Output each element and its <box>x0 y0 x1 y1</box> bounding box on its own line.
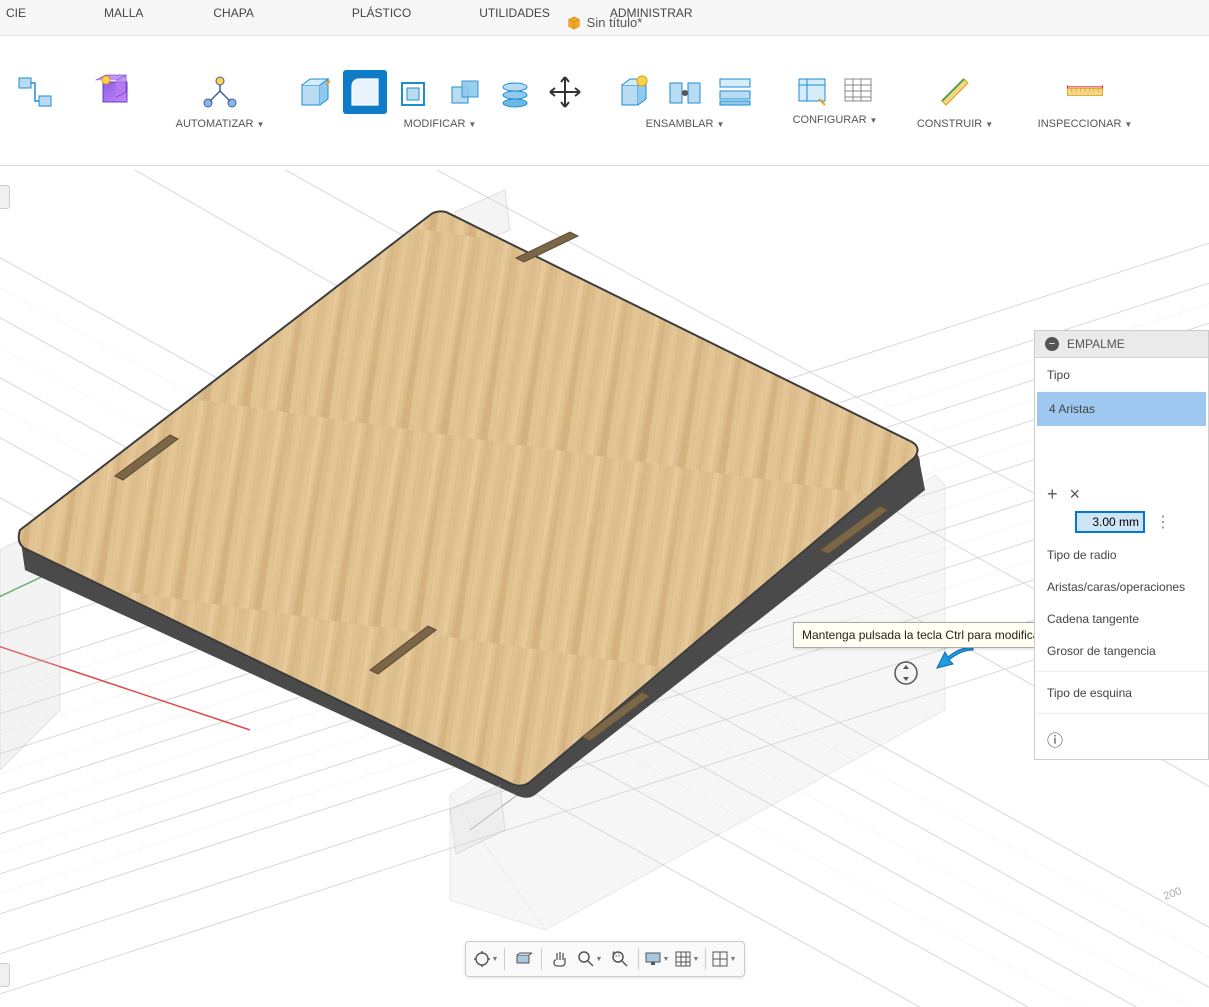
caret-icon: ▼ <box>870 116 878 125</box>
row-tipo-radio[interactable]: Tipo de radio <box>1035 539 1208 571</box>
label-configurar[interactable]: CONFIGURAR▼ <box>793 114 878 126</box>
icon-mesh[interactable] <box>93 70 137 114</box>
display-button[interactable]: ▼ <box>643 946 671 972</box>
tab-utilidades[interactable]: UTILIDADES <box>475 0 554 26</box>
label-inspeccionar-text: INSPECCIONAR <box>1038 118 1122 130</box>
icon-measure[interactable] <box>1063 70 1107 114</box>
browser-expand-button[interactable] <box>0 185 10 209</box>
tab-malla[interactable]: MALLA <box>100 0 147 26</box>
icon-automate[interactable] <box>198 70 242 114</box>
icon-jointorigin[interactable] <box>713 70 757 114</box>
viewport[interactable]: 200 Mantenga pulsada la tecla Ctrl para … <box>0 170 1209 1007</box>
more-options-icon[interactable]: ⋮ <box>1155 512 1171 532</box>
ribbon-tabs: CIE MALLA CHAPA PLÁSTICO UTILIDADES ADMI… <box>0 0 697 26</box>
row-aristas[interactable]: Aristas/caras/operaciones <box>1035 571 1208 603</box>
icon-pressPull[interactable] <box>293 70 337 114</box>
label-configurar-text: CONFIGURAR <box>793 114 867 126</box>
radius-input[interactable] <box>1075 511 1145 533</box>
ribbon-group-1 <box>0 36 70 161</box>
tab-administrar[interactable]: ADMINISTRAR <box>606 0 697 26</box>
icon-joint[interactable] <box>663 70 707 114</box>
timeline-expand-button[interactable] <box>0 963 10 987</box>
orbit-button[interactable]: ▼ <box>472 946 500 972</box>
remove-selection-button[interactable]: × <box>1070 484 1081 505</box>
icon-config1[interactable] <box>792 70 832 110</box>
nav-toolbar: ▼ ▼ ▼ ▼ ▼ <box>465 941 745 977</box>
tab-cie[interactable]: CIE <box>2 0 30 26</box>
icon-align[interactable] <box>493 70 537 114</box>
row-selection[interactable]: 4 Aristas <box>1037 392 1206 426</box>
fillet-panel: − EMPALME Tipo 4 Aristas + × ⋮ Tipo de r… <box>1034 330 1209 760</box>
row-esquina[interactable]: Tipo de esquina <box>1035 677 1208 709</box>
caret-icon: ▼ <box>468 120 476 129</box>
radius-input-row: ⋮ <box>1035 507 1208 539</box>
tab-chapa[interactable]: CHAPA <box>209 0 257 26</box>
viewports-button[interactable]: ▼ <box>710 946 738 972</box>
ribbon-group-inspeccionar: INSPECCIONAR▼ <box>1010 36 1160 161</box>
zoom-window-button[interactable] <box>606 946 634 972</box>
fillet-drag-handle[interactable] <box>893 660 919 691</box>
label-ensamblar[interactable]: ENSAMBLAR▼ <box>646 118 725 130</box>
hint-arrow-icon <box>935 646 975 681</box>
row-tipo[interactable]: Tipo <box>1035 358 1208 392</box>
caret-icon: ▼ <box>985 120 993 129</box>
caret-icon: ▼ <box>256 120 264 129</box>
label-modificar-text: MODIFICAR <box>404 118 466 130</box>
caret-icon: ▼ <box>1124 120 1132 129</box>
label-modificar[interactable]: MODIFICAR▼ <box>404 118 477 130</box>
info-icon[interactable]: ⓘ <box>1035 719 1208 759</box>
icon-plane[interactable] <box>933 70 977 114</box>
row-grosor[interactable]: Grosor de tangencia <box>1035 635 1208 667</box>
collapse-icon[interactable]: − <box>1045 337 1059 351</box>
label-automatizar-text: AUTOMATIZAR <box>176 118 254 130</box>
icon-move[interactable] <box>543 70 587 114</box>
label-ensamblar-text: ENSAMBLAR <box>646 118 714 130</box>
label-construir[interactable]: CONSTRUIR▼ <box>917 118 993 130</box>
panel-header[interactable]: − EMPALME <box>1035 331 1208 358</box>
ribbon-group-modificar: MODIFICAR▼ <box>280 36 600 161</box>
ribbon-group-construir: CONSTRUIR▼ <box>900 36 1010 161</box>
zoom-button[interactable]: ▼ <box>576 946 604 972</box>
icon-component[interactable] <box>613 70 657 114</box>
pan-button[interactable] <box>546 946 574 972</box>
ribbon: CIE MALLA CHAPA PLÁSTICO UTILIDADES ADMI… <box>0 36 1209 166</box>
row-cadena[interactable]: Cadena tangente <box>1035 603 1208 635</box>
icon-config2[interactable] <box>838 70 878 110</box>
label-inspeccionar[interactable]: INSPECCIONAR▼ <box>1038 118 1133 130</box>
icon-combine[interactable] <box>443 70 487 114</box>
tab-plastico[interactable]: PLÁSTICO <box>348 0 415 26</box>
label-automatizar[interactable]: AUTOMATIZAR▼ <box>176 118 265 130</box>
icon-flowline[interactable] <box>13 70 57 114</box>
label-construir-text: CONSTRUIR <box>917 118 982 130</box>
ribbon-group-ensamblar: ENSAMBLAR▼ <box>600 36 770 161</box>
icon-fillet-active[interactable] <box>343 70 387 114</box>
icon-shell[interactable] <box>393 70 437 114</box>
panel-title: EMPALME <box>1067 337 1125 351</box>
grid-button[interactable]: ▼ <box>673 946 701 972</box>
caret-icon: ▼ <box>716 120 724 129</box>
look-button[interactable] <box>509 946 537 972</box>
add-selection-button[interactable]: + <box>1047 484 1058 505</box>
grid-plane: 200 <box>0 170 1209 1007</box>
panel-actions: + × <box>1035 478 1208 507</box>
ribbon-group-malla <box>70 36 160 161</box>
grid-dim-label: 200 <box>1162 885 1183 903</box>
ribbon-group-configurar: CONFIGURAR▼ <box>770 36 900 161</box>
ribbon-group-automatizar: AUTOMATIZAR▼ <box>160 36 280 161</box>
